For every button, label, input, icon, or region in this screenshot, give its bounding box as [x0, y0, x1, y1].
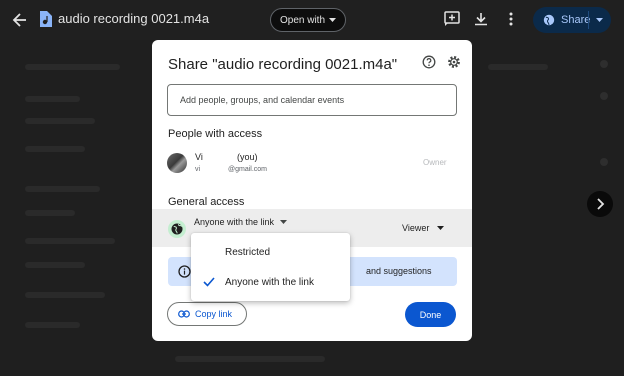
info-icon — [178, 265, 191, 278]
dropdown-option-anyone-with-link[interactable]: Anyone with the link — [191, 267, 350, 297]
open-with-button[interactable]: Open with — [270, 8, 346, 32]
access-value: Anyone with the link — [194, 217, 275, 227]
dialog-title: Share "audio recording 0021.m4a" — [168, 56, 398, 73]
user-email-domain: @gmail.com — [228, 166, 268, 173]
dropdown-option-restricted[interactable]: Restricted — [191, 237, 350, 267]
next-file-button[interactable] — [587, 191, 613, 217]
chevron-down-icon — [329, 17, 337, 22]
chevron-down-icon[interactable] — [596, 13, 603, 27]
open-with-label: Open with — [279, 14, 326, 26]
people-with-access-heading: People with access — [168, 128, 263, 140]
you-tag: (you) — [237, 152, 258, 162]
general-access-select[interactable]: Anyone with the link — [194, 217, 288, 227]
share-button[interactable]: Share — [533, 7, 611, 33]
help-icon[interactable] — [422, 55, 436, 69]
copy-link-button[interactable]: Copy link — [167, 302, 247, 326]
audio-file-icon — [40, 11, 52, 27]
globe-icon — [171, 223, 183, 235]
caret-down-icon — [280, 219, 288, 224]
link-icon — [178, 310, 190, 318]
role-value: Viewer — [402, 223, 430, 233]
more-vert-icon[interactable] — [502, 10, 520, 28]
access-dropdown-menu: Restricted Anyone with the link — [191, 233, 350, 301]
user-name: Vi — [195, 152, 203, 162]
info-banner-text: and suggestions — [366, 266, 432, 276]
globe-badge — [168, 220, 186, 238]
caret-down-icon — [437, 225, 445, 230]
owner-role-label: Owner — [423, 158, 447, 167]
share-label: Share — [561, 14, 591, 26]
back-arrow-icon[interactable] — [10, 10, 30, 30]
chevron-right-icon — [597, 198, 605, 210]
preview-toolbar: audio recording 0021.m4a Open with Share — [0, 0, 624, 40]
add-comment-icon[interactable] — [443, 10, 461, 28]
avatar[interactable] — [167, 153, 187, 173]
gear-icon[interactable] — [447, 55, 461, 69]
add-people-input[interactable]: Add people, groups, and calendar events — [167, 84, 457, 116]
checkmark-icon — [203, 277, 215, 287]
user-email-prefix: vi — [195, 166, 201, 173]
copy-link-label: Copy link — [195, 309, 233, 319]
general-access-heading: General access — [168, 196, 245, 208]
option-label: Anyone with the link — [225, 277, 314, 288]
download-icon[interactable] — [472, 10, 490, 28]
done-button[interactable]: Done — [405, 302, 456, 327]
globe-icon — [543, 14, 555, 26]
file-title: audio recording 0021.m4a — [58, 11, 210, 26]
role-select[interactable]: Viewer — [402, 223, 445, 233]
option-label: Restricted — [225, 247, 271, 258]
